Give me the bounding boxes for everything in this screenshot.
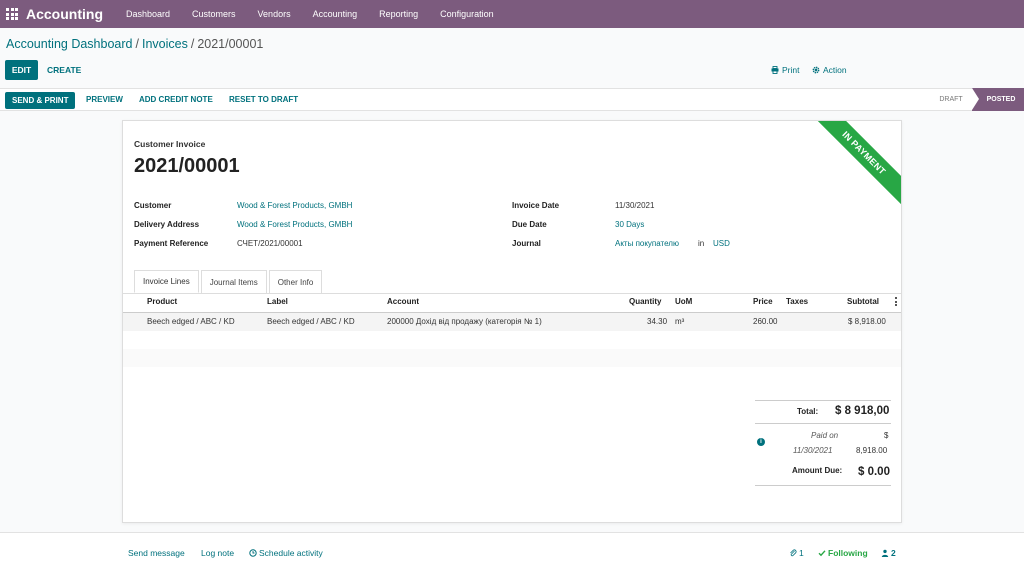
- invoice-date-field: 11/30/2021: [615, 201, 655, 210]
- total-value: $ 8 918,00: [835, 405, 890, 417]
- column-header-taxes[interactable]: Taxes: [786, 297, 808, 306]
- menu-configuration[interactable]: Configuration: [440, 9, 494, 19]
- payment-info-icon[interactable]: i: [757, 438, 765, 446]
- row-quantity[interactable]: 34.30: [647, 317, 667, 326]
- send-print-button[interactable]: SEND & PRINT: [5, 92, 76, 109]
- tab-journal-items[interactable]: Journal Items: [200, 270, 267, 293]
- check-icon: [818, 550, 826, 557]
- payment-status-ribbon: IN PAYMENT: [807, 121, 901, 210]
- action-dropdown[interactable]: Action: [812, 65, 847, 75]
- stage-draft[interactable]: DRAFT: [930, 89, 972, 110]
- stage-posted[interactable]: POSTED: [972, 88, 1024, 111]
- amount-due-label: Amount Due:: [792, 466, 843, 475]
- row-price[interactable]: 260.00: [753, 317, 777, 326]
- row-product[interactable]: Beech edged / ABC / KD: [147, 317, 235, 326]
- send-message-button[interactable]: Send message: [128, 548, 185, 558]
- print-label: Print: [782, 65, 800, 75]
- amount-due-value: $ 0.00: [858, 466, 890, 478]
- notebook-tabs: Invoice Lines Journal Items Other Info: [134, 270, 324, 294]
- customer-label: Customer: [134, 201, 172, 210]
- print-dropdown[interactable]: Print: [771, 65, 799, 75]
- chatter-bar: Send message Log note Schedule activity …: [0, 532, 1024, 569]
- column-header-subtotal[interactable]: Subtotal: [847, 297, 879, 306]
- breadcrumb-invoices[interactable]: Invoices: [142, 37, 188, 51]
- print-icon: [771, 66, 779, 74]
- journal-in-text: in: [698, 239, 705, 248]
- followers-count: 2: [891, 548, 896, 558]
- apps-grid-icon[interactable]: [6, 8, 18, 20]
- empty-row: [123, 349, 901, 367]
- journal-label: Journal: [512, 239, 541, 248]
- payment-reference-field: СЧЕТ/2021/00001: [237, 239, 303, 248]
- column-header-uom[interactable]: UoM: [675, 297, 692, 306]
- paid-amount: 8,918.00: [856, 446, 888, 455]
- breadcrumb: Accounting Dashboard / Invoices/2021/00001: [6, 37, 263, 51]
- breadcrumb-separator: /: [135, 37, 139, 51]
- log-note-button[interactable]: Log note: [201, 548, 234, 558]
- breadcrumb-accounting-dashboard[interactable]: Accounting Dashboard: [6, 37, 132, 51]
- paperclip-icon: [790, 549, 797, 557]
- row-account[interactable]: 200000 Дохід від продажу (категорія № 1): [387, 317, 542, 326]
- add-credit-note-button[interactable]: ADD CREDIT NOTE: [139, 95, 213, 104]
- column-header-label[interactable]: Label: [267, 297, 288, 306]
- reset-to-draft-button[interactable]: RESET TO DRAFT: [229, 95, 298, 104]
- following-label: Following: [828, 548, 868, 558]
- user-icon: [881, 549, 889, 557]
- breadcrumb-current: 2021/00001: [197, 37, 264, 51]
- paid-currency: $: [884, 431, 889, 440]
- row-label[interactable]: Beech edged / ABC / KD: [267, 317, 355, 326]
- column-header-price[interactable]: Price: [753, 297, 773, 306]
- total-label: Total:: [797, 407, 819, 416]
- gear-icon: [812, 66, 820, 74]
- delivery-address-label: Delivery Address: [134, 220, 200, 229]
- optional-columns-icon[interactable]: [895, 297, 897, 306]
- edit-button[interactable]: EDIT: [5, 60, 38, 80]
- row-subtotal[interactable]: $ 8,918.00: [848, 317, 886, 326]
- due-date-field[interactable]: 30 Days: [615, 220, 644, 229]
- breadcrumb-separator: /: [190, 37, 195, 51]
- due-date-label: Due Date: [512, 220, 547, 229]
- column-header-account[interactable]: Account: [387, 297, 419, 306]
- create-button[interactable]: CREATE: [47, 65, 81, 75]
- customer-field[interactable]: Wood & Forest Products, GMBH: [237, 201, 352, 210]
- menu-customers[interactable]: Customers: [192, 9, 236, 19]
- delivery-address-field[interactable]: Wood & Forest Products, GMBH: [237, 220, 352, 229]
- column-header-quantity[interactable]: Quantity: [629, 297, 661, 306]
- clock-icon: [249, 549, 257, 557]
- invoice-sheet: IN PAYMENT Customer Invoice 2021/00001 C…: [122, 120, 902, 523]
- app-title[interactable]: Accounting: [26, 6, 103, 22]
- tab-invoice-lines[interactable]: Invoice Lines: [134, 270, 199, 293]
- preview-button[interactable]: PREVIEW: [86, 95, 123, 104]
- menu-reporting[interactable]: Reporting: [379, 9, 418, 19]
- menu-dashboard[interactable]: Dashboard: [126, 9, 170, 19]
- currency-field[interactable]: USD: [713, 239, 730, 248]
- totals-divider: [755, 400, 891, 401]
- menu-accounting[interactable]: Accounting: [313, 9, 358, 19]
- followers-button[interactable]: 2: [881, 548, 896, 558]
- row-uom[interactable]: m³: [675, 317, 684, 326]
- invoice-number: 2021/00001: [134, 155, 240, 177]
- attachments-button[interactable]: 1: [789, 548, 804, 558]
- totals-divider: [755, 485, 891, 486]
- attachments-count: 1: [799, 548, 804, 558]
- top-navbar: Accounting Dashboard Customers Vendors A…: [0, 0, 1024, 28]
- paid-on-label: Paid on: [811, 431, 839, 440]
- schedule-activity-label: Schedule activity: [259, 548, 323, 558]
- paid-on-date: 11/30/2021: [793, 446, 833, 455]
- action-label: Action: [823, 65, 847, 75]
- status-bar: SEND & PRINT PREVIEW ADD CREDIT NOTE RES…: [0, 88, 1024, 111]
- payment-reference-label: Payment Reference: [134, 239, 209, 248]
- column-header-product[interactable]: Product: [147, 297, 177, 306]
- tab-other-info[interactable]: Other Info: [268, 270, 323, 293]
- invoice-date-label: Invoice Date: [512, 201, 560, 210]
- menu-vendors[interactable]: Vendors: [258, 9, 291, 19]
- totals-divider: [755, 423, 891, 424]
- journal-field[interactable]: Акты покупателю: [615, 239, 679, 248]
- schedule-activity-button[interactable]: Schedule activity: [249, 548, 323, 558]
- following-button[interactable]: Following: [818, 548, 868, 558]
- document-type-label: Customer Invoice: [134, 139, 206, 149]
